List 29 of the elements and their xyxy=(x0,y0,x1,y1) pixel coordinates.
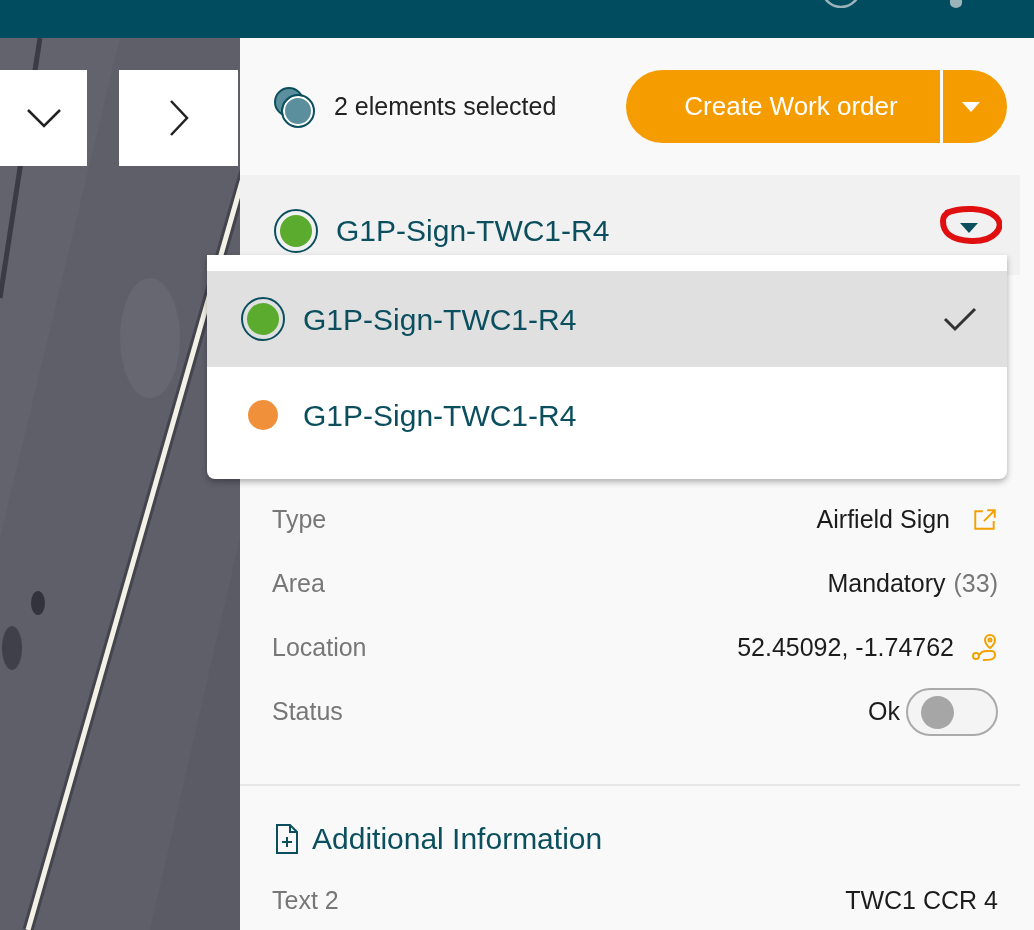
property-value: TWC1 CCR 4 xyxy=(845,885,998,917)
section-title: Additional Information xyxy=(312,821,603,857)
element-option-name: G1P-Sign-TWC1-R4 xyxy=(303,397,577,434)
create-options-button[interactable] xyxy=(943,70,1007,143)
selected-element-name: G1P-Sign-TWC1-R4 xyxy=(336,213,610,249)
check-icon xyxy=(943,306,977,332)
property-label: Area xyxy=(272,568,325,600)
property-value: 52.45092, -1.74762 xyxy=(737,632,954,664)
property-count: (33) xyxy=(953,568,998,600)
selection-count: 2 elements selected xyxy=(334,90,557,122)
element-option-name: G1P-Sign-TWC1-R4 xyxy=(303,301,577,338)
property-label: Status xyxy=(272,696,343,728)
property-label: Text 2 xyxy=(272,885,339,917)
chevron-down-icon xyxy=(25,108,62,128)
property-label: Type xyxy=(272,504,327,536)
route-pin-icon[interactable] xyxy=(970,633,998,663)
property-value: Airfield Sign xyxy=(816,504,950,536)
file-plus-icon xyxy=(274,822,300,855)
status-toggle[interactable] xyxy=(906,688,998,736)
property-value: Mandatory xyxy=(827,568,946,600)
property-value: Ok xyxy=(868,696,900,728)
caret-icon xyxy=(962,101,980,112)
property-label: Location xyxy=(272,632,367,664)
element-option[interactable]: G1P-Sign-TWC1-R4 xyxy=(207,367,1007,463)
element-option[interactable]: G1P-Sign-TWC1-R4 xyxy=(207,271,1007,367)
external-link-icon[interactable] xyxy=(972,507,998,533)
caret-icon[interactable] xyxy=(960,223,978,233)
chevron-right-icon xyxy=(168,99,189,137)
selection-icon xyxy=(272,84,316,129)
